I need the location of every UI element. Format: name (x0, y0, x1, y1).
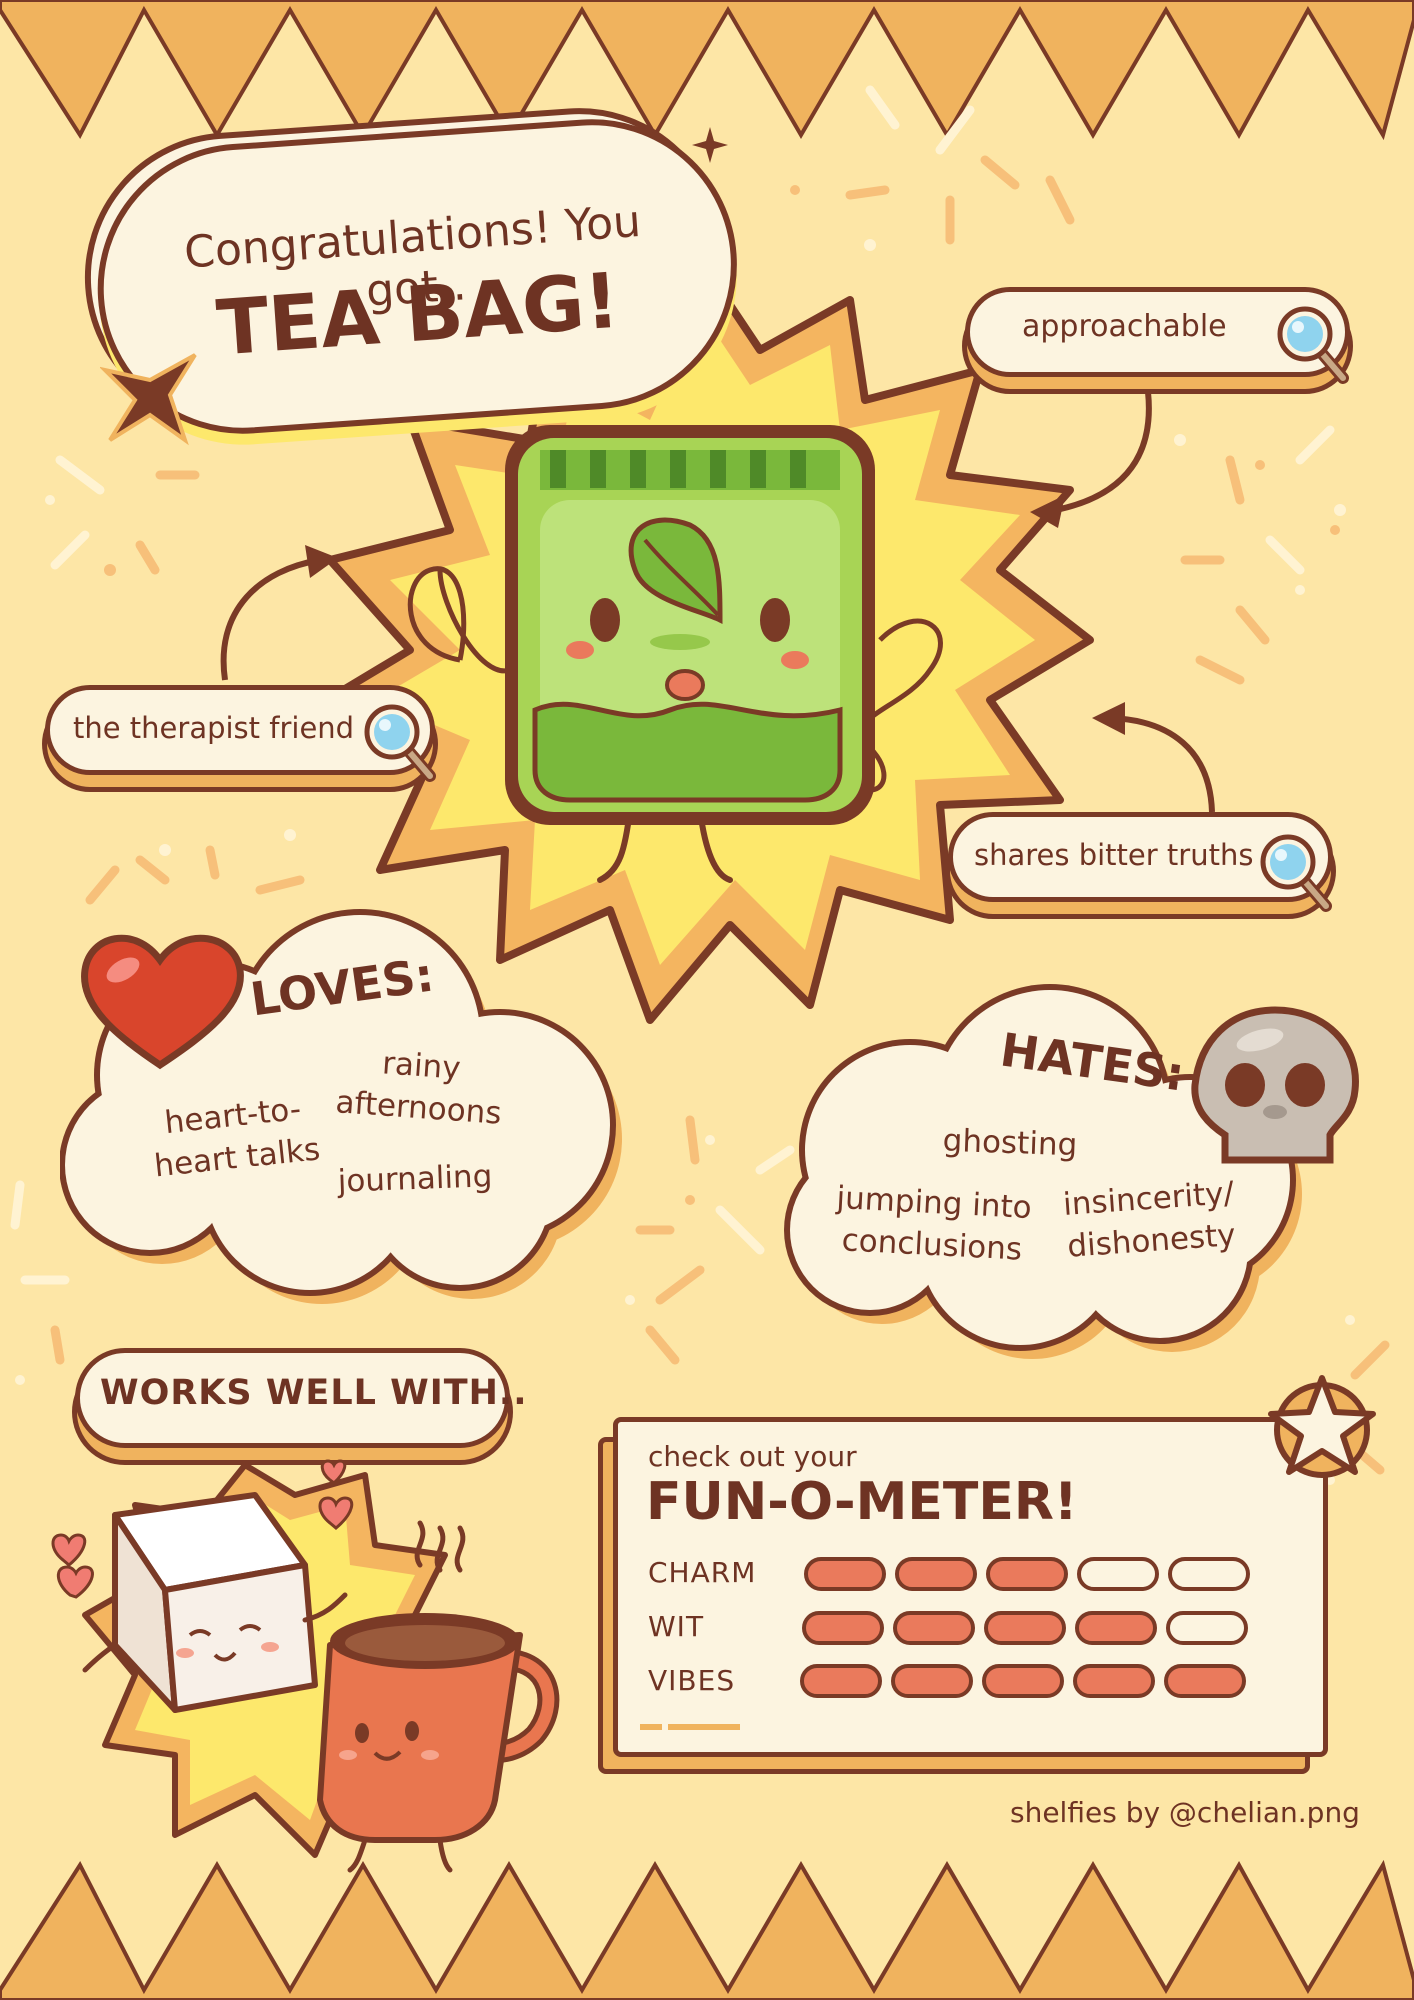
trait-label: approachable (1022, 309, 1227, 344)
meter-label-wit: WIT (648, 1610, 705, 1643)
meter-label-charm: CHARM (648, 1556, 757, 1589)
meter-segment-wit-3 (984, 1611, 1066, 1645)
hates-item: ghosting (942, 1122, 1078, 1164)
meter-segment-vibes-2 (891, 1664, 973, 1698)
meter-segment-charm-4 (1077, 1557, 1159, 1591)
meter-segment-charm-2 (895, 1557, 977, 1591)
card-accent-line (640, 1724, 662, 1730)
fun-meter-title: FUN-O-METER! (646, 1472, 1078, 1532)
works-well-with-title: WORKS WELL WITH.. (100, 1373, 528, 1413)
credit-text: shelfies by @chelian.png (1010, 1796, 1360, 1829)
meter-segment-vibes-3 (982, 1664, 1064, 1698)
meter-segment-charm-5 (1168, 1557, 1250, 1591)
meter-segment-vibes-1 (800, 1664, 882, 1698)
hates-item: jumping into conclusions (835, 1179, 1033, 1268)
meter-label-vibes: VIBES (648, 1664, 736, 1697)
meter-segment-vibes-5 (1164, 1664, 1246, 1698)
trait-label: the therapist friend (73, 711, 355, 745)
magnifier-icon (1260, 834, 1332, 912)
fun-meter-subtitle: check out your (648, 1440, 857, 1473)
star-badge-icon (1268, 1375, 1376, 1478)
friends-illustration (51, 1459, 560, 1873)
meter-segment-wit-1 (802, 1611, 884, 1645)
loves-item: journaling (337, 1158, 493, 1200)
meter-segment-wit-4 (1075, 1611, 1157, 1645)
coffee-mug (317, 1613, 560, 1873)
meter-segment-wit-2 (893, 1611, 975, 1645)
poster: Congratulations! You got.. TEA BAG! appr… (0, 0, 1414, 2000)
card-accent-line (668, 1724, 740, 1730)
meter-segment-charm-1 (804, 1557, 886, 1591)
hates-item: insincerity/ dishonesty (1061, 1175, 1237, 1265)
meter-segment-charm-3 (986, 1557, 1068, 1591)
trait-label: shares bitter truths (974, 838, 1254, 872)
loves-item: rainy afternoons (334, 1045, 503, 1132)
heart-icon (81, 934, 244, 1070)
meter-segment-wit-5 (1166, 1611, 1248, 1645)
skull-icon (1191, 1006, 1359, 1164)
bottom-zigzag-border (0, 1859, 1414, 2000)
meter-segment-vibes-4 (1073, 1664, 1155, 1698)
magnifier-icon (364, 704, 436, 782)
magnifier-icon (1277, 306, 1349, 384)
